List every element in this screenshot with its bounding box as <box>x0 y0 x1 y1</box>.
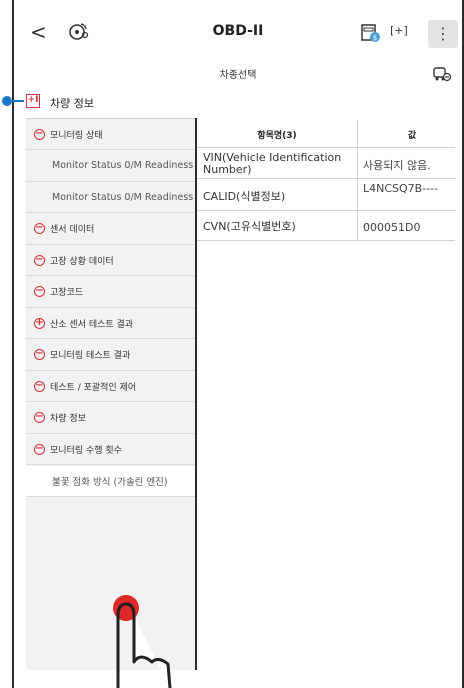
row-name: VIN(Vehicle Identification Number) <box>203 151 342 176</box>
sidebar-item[interactable]: − 모니터링 테스트 결과 <box>26 340 196 371</box>
sidebar-item-label: 센서 데이터 <box>50 225 95 235</box>
sidebar-item[interactable]: − 고장 상황 데이터 <box>26 245 196 276</box>
touch-gesture-indicator <box>113 595 172 688</box>
table-row[interactable]: CVN(고유식별번호) 000051D0 <box>197 211 455 241</box>
sidebar-item-label: 고장 상황 데이터 <box>50 256 114 267</box>
row-name: CVN(고유식별번호) <box>203 220 296 233</box>
minus-circle-icon: − <box>34 222 45 234</box>
sidebar-item-label: 모니터링 수행 횟수 <box>50 445 122 456</box>
sidebar-item[interactable]: − 모니터링 상태 <box>26 119 196 150</box>
table-header: 항목명(3) 값 <box>197 120 455 240</box>
expand-icon[interactable]: +I <box>26 94 40 108</box>
column-header-name: 항목명(3) <box>257 131 297 141</box>
minus-circle-icon: − <box>34 442 45 455</box>
sub-bar: 차종선택 <box>14 60 462 88</box>
sidebar-item[interactable]: − 테스트 / 포괄적인 제어 <box>26 371 196 402</box>
column-header-value: 값 <box>407 131 417 141</box>
svg-text:$: $ <box>373 34 377 42</box>
scan-icon[interactable]: [+] <box>390 24 412 42</box>
table-row[interactable]: CALID(식별정보) L4NCSQ7B---- <box>197 179 455 211</box>
sidebar-item[interactable]: − 고장코드 <box>26 277 196 308</box>
app-bar: < OBD-II $ [+] ⋮ <box>14 0 462 60</box>
sidebar-item-label: 차량 정보 <box>50 414 86 424</box>
sidebar-item[interactable]: − 차량 정보 <box>26 403 196 434</box>
sidebar-item-label: 산소 센서 테스트 결과 <box>50 319 134 330</box>
row-value: L4NCSQ7B---- <box>363 182 439 195</box>
sidebar-item[interactable]: − 센서 데이터 <box>26 214 196 245</box>
section-title: 차량 정보 <box>50 97 94 110</box>
sidebar-item[interactable]: 불꽃 점화 방식 (가솔린 엔진) <box>26 465 196 497</box>
vehicle-select-label[interactable]: 차종선택 <box>14 66 462 81</box>
row-value: 000051D0 <box>363 221 421 234</box>
row-value: 사용되지 않음. <box>363 159 431 172</box>
more-menu-button[interactable]: ⋮ <box>428 20 458 48</box>
minus-circle-icon: − <box>34 127 45 140</box>
sidebar-item-label: Monitor Status 0/M Readiness <box>52 191 194 203</box>
sidebar-item-label: 고장코드 <box>50 288 84 298</box>
pointer-line <box>12 100 24 102</box>
table-row[interactable]: VIN(Vehicle Identification Number) 사용되지 … <box>197 148 455 179</box>
vehicle-info-icon[interactable]: $ <box>360 22 382 44</box>
minus-circle-icon: − <box>34 285 45 297</box>
minus-circle-icon: − <box>34 379 45 392</box>
sidebar-item-label: 불꽃 점화 방식 (가솔린 엔진) <box>52 476 168 488</box>
sidebar: − 모니터링 상태 Monitor Status 0/M Readiness Moni… <box>26 118 196 670</box>
car-status-icon[interactable] <box>432 64 452 82</box>
sidebar-item-label: Monitor Status 0/M Readiness <box>52 160 194 171</box>
minus-circle-icon: − <box>34 253 45 266</box>
row-name: CALID(식별정보) <box>203 190 286 203</box>
sidebar-item[interactable]: Monitor Status 0/M Readiness <box>26 182 196 213</box>
vehicle-info-section-header[interactable]: +I 차량 정보 <box>2 92 462 118</box>
sidebar-item-label: 모니터링 상태 <box>50 130 103 141</box>
minus-circle-icon: − <box>34 348 45 360</box>
sidebar-item[interactable]: − 모니터링 수행 횟수 <box>26 434 196 465</box>
sidebar-item-label: 테스트 / 포괄적인 제어 <box>50 382 137 393</box>
pointer-marker <box>2 96 12 106</box>
sidebar-item[interactable]: + 산소 센서 테스트 결과 <box>26 308 196 339</box>
sidebar-item[interactable]: Monitor Status 0/M Readiness <box>26 151 196 182</box>
sidebar-item-label: 모니터링 테스트 결과 <box>50 351 131 361</box>
plus-circle-icon: + <box>34 316 45 329</box>
minus-circle-icon: − <box>34 411 45 423</box>
